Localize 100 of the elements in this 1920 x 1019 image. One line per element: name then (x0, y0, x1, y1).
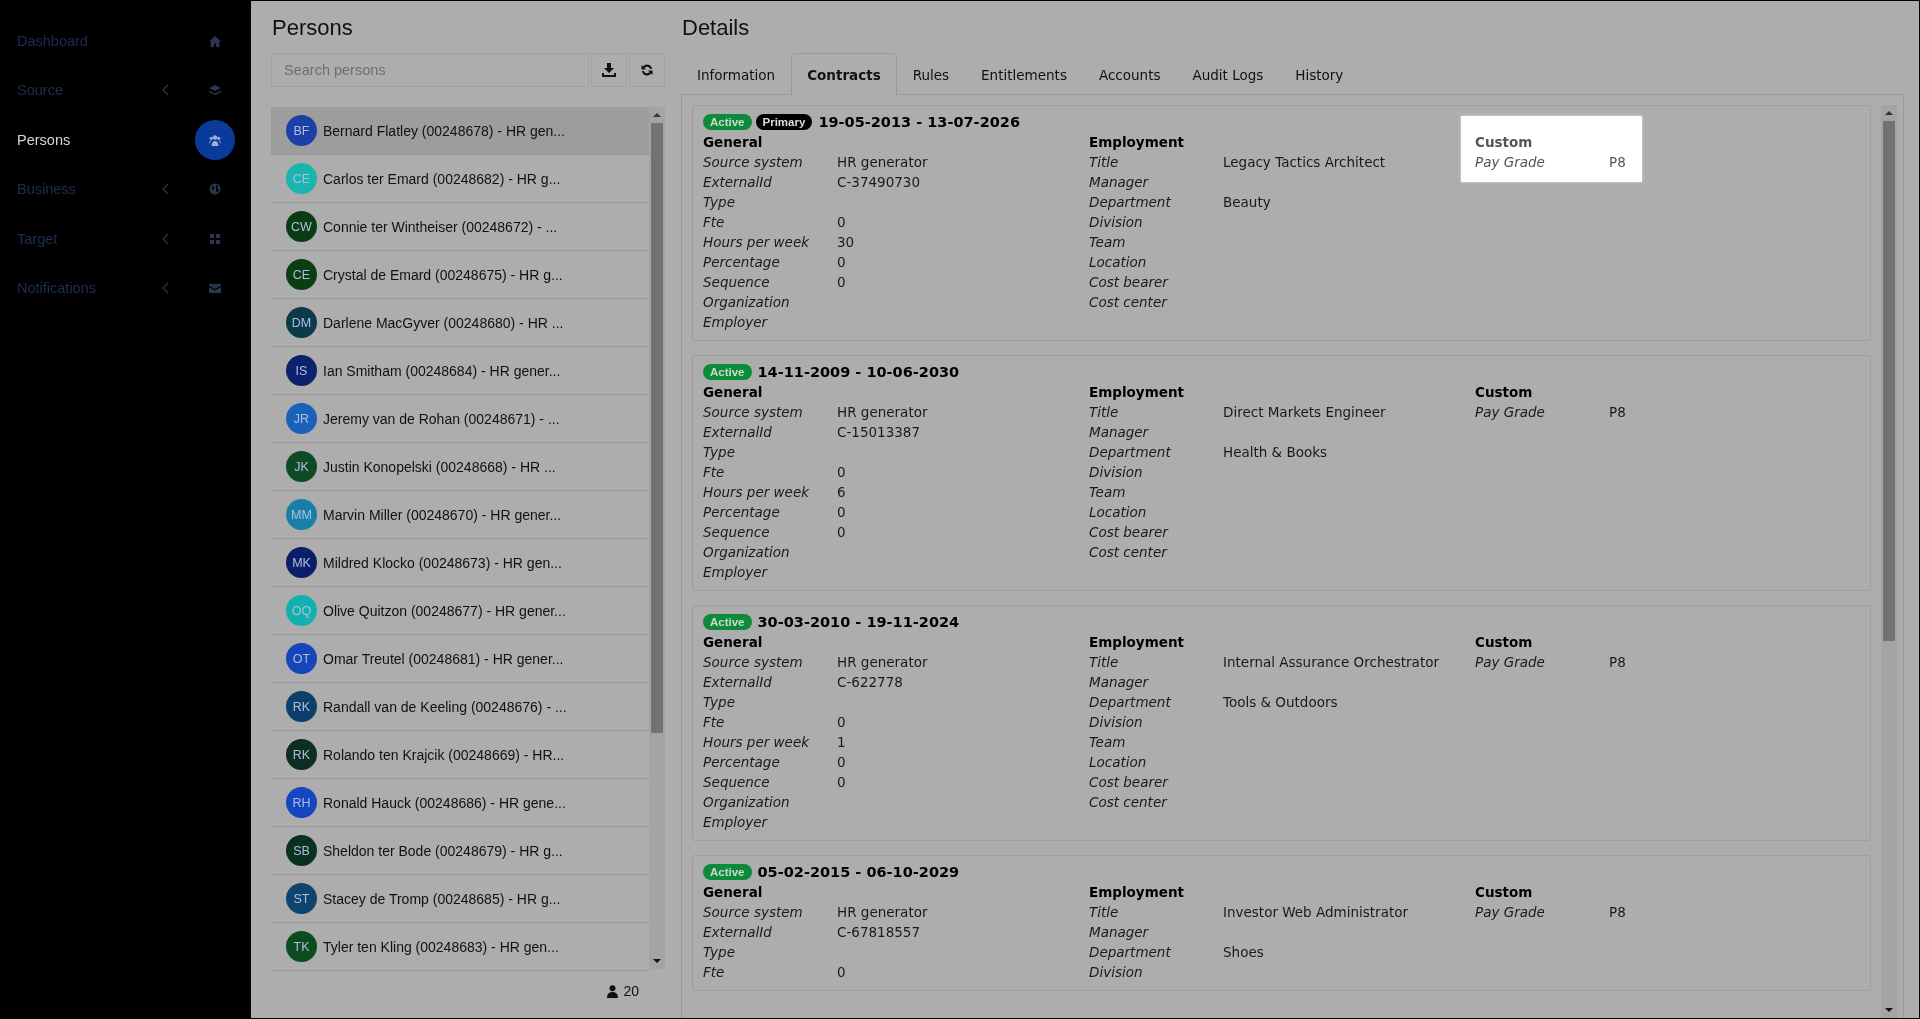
person-item[interactable]: CE Carlos ter Emard (00248682) - HR g... (271, 155, 649, 203)
field-value: 1 (837, 733, 846, 752)
section-heading: Employment (1089, 883, 1185, 902)
field-label: Source system (703, 153, 804, 172)
tab[interactable]: Audit Logs (1176, 53, 1280, 95)
person-item[interactable]: CE Crystal de Emard (00248675) - HR g... (271, 251, 649, 299)
person-item[interactable]: MK Mildred Klocko (00248673) - HR gen... (271, 539, 649, 587)
tab[interactable]: History (1279, 53, 1360, 95)
field-value: 0 (837, 503, 846, 522)
person-item[interactable]: IS Ian Smitham (00248684) - HR gener... (271, 347, 649, 395)
download-button[interactable] (591, 53, 627, 87)
field-label: Cost center (1089, 293, 1169, 312)
field-label: Percentage (703, 253, 781, 272)
field-label: Organization (703, 543, 791, 562)
field-value: HR generator (837, 903, 928, 922)
field-value: 0 (837, 523, 846, 542)
chevron-left-icon (162, 183, 169, 196)
person-item[interactable]: OQ Olive Quitzon (00248677) - HR gener... (271, 587, 649, 635)
person-item[interactable]: OT Omar Treutel (00248681) - HR gener... (271, 635, 649, 683)
date-range: 30-03-2010 - 19-11-2024 (757, 614, 960, 630)
avatar: JR (286, 403, 317, 434)
field-label: Division (1089, 963, 1144, 982)
avatar: BF (286, 115, 317, 146)
field-value: 0 (837, 963, 846, 982)
person-item[interactable]: SB Sheldon ter Bode (00248679) - HR g... (271, 827, 649, 875)
field-value: Tools & Outdoors (1223, 693, 1338, 712)
person-item[interactable]: RH Ronald Hauck (00248686) - HR gene... (271, 779, 649, 827)
field-label: Type (703, 693, 736, 712)
section-heading: General (703, 883, 764, 902)
envelope-icon (209, 282, 221, 295)
person-item[interactable]: BF Bernard Flatley (00248678) - HR gen... (271, 107, 649, 155)
field-value: Internal Assurance Orchestrator (1223, 653, 1439, 672)
scrollbar[interactable] (649, 107, 665, 969)
field-value: 30 (837, 233, 855, 252)
field-label: Percentage (703, 753, 781, 772)
field-value: Health & Books (1223, 443, 1328, 462)
field-label: Percentage (703, 503, 781, 522)
field-label: ExternalId (703, 923, 773, 942)
field-label: Cost center (1089, 543, 1169, 562)
person-item[interactable]: RK Randall van de Keeling (00248676) - ... (271, 683, 649, 731)
field-label: Type (703, 193, 736, 212)
field-label: Hours per week (703, 483, 811, 502)
field-value: Legacy Tactics Architect (1223, 153, 1386, 172)
person-item[interactable]: MM Marvin Miller (00248670) - HR gener... (271, 491, 649, 539)
tab[interactable]: Rules (896, 53, 966, 95)
field-label: Manager (1089, 173, 1150, 192)
avatar: OQ (286, 595, 317, 626)
date-range: 19-05-2013 - 13-07-2026 (818, 114, 1020, 130)
field-value: 0 (837, 753, 846, 772)
sidebar-item[interactable]: Persons (1, 115, 251, 165)
person-item[interactable]: CW Connie ter Wintheiser (00248672) - ... (271, 203, 649, 251)
section-heading: Employment (1089, 633, 1185, 652)
field-value: 0 (837, 253, 846, 272)
person-count: 20 (623, 983, 639, 999)
field-label: Team (1089, 483, 1127, 502)
field-label: Division (1089, 463, 1144, 482)
person-item[interactable]: JR Jeremy van de Rohan (00248671) - ... (271, 395, 649, 443)
status-badge: Active (703, 114, 752, 130)
field-label: Source system (703, 903, 804, 922)
avatar: TK (286, 931, 317, 962)
field-value: P8 (1609, 653, 1626, 672)
field-value: 0 (837, 713, 846, 732)
field-label: ExternalId (703, 173, 773, 192)
field-label: Team (1089, 733, 1127, 752)
search-field[interactable]: Search persons (271, 53, 589, 87)
avatar: ST (286, 883, 317, 914)
field-label: Sequence (703, 523, 771, 542)
field-label: ExternalId (703, 423, 773, 442)
person-item[interactable]: ST Stacey de Tromp (00248685) - HR g... (271, 875, 649, 923)
field-label: Source system (703, 403, 804, 422)
field-label: Cost bearer (1089, 273, 1170, 292)
field-value: HR generator (837, 653, 928, 672)
field-value: P8 (1609, 153, 1626, 172)
field-label: Cost center (1089, 793, 1169, 812)
field-label: Employer (703, 313, 769, 332)
avatar: IS (286, 355, 317, 386)
tab[interactable]: Information (681, 53, 792, 95)
status-badge: Active (703, 364, 752, 380)
avatar: RK (286, 739, 317, 770)
section-heading: General (703, 383, 764, 402)
date-range: 05-02-2015 - 06-10-2029 (757, 864, 960, 880)
status-badge: Active (703, 614, 752, 630)
download-icon (602, 63, 616, 77)
field-value: P8 (1609, 403, 1626, 422)
field-label: Title (1089, 153, 1120, 172)
scrollbar[interactable] (1881, 105, 1897, 1018)
person-item[interactable]: JK Justin Konopelski (00248668) - HR ... (271, 443, 649, 491)
field-label: Pay Grade (1475, 653, 1546, 672)
refresh-button[interactable] (629, 53, 665, 87)
avatar: MK (286, 547, 317, 578)
field-value: Direct Markets Engineer (1223, 403, 1386, 422)
field-label: Organization (703, 293, 791, 312)
chevron-left-icon (162, 232, 169, 245)
field-label: Title (1089, 903, 1120, 922)
tab[interactable]: Accounts (1082, 53, 1177, 95)
tab[interactable]: Contracts (791, 53, 897, 95)
person-item[interactable]: RK Rolando ten Krajcik (00248669) - HR... (271, 731, 649, 779)
person-item[interactable]: TK Tyler ten Kling (00248683) - HR gen... (271, 923, 649, 971)
person-item[interactable]: DM Darlene MacGyver (00248680) - HR ... (271, 299, 649, 347)
tab[interactable]: Entitlements (965, 53, 1083, 95)
